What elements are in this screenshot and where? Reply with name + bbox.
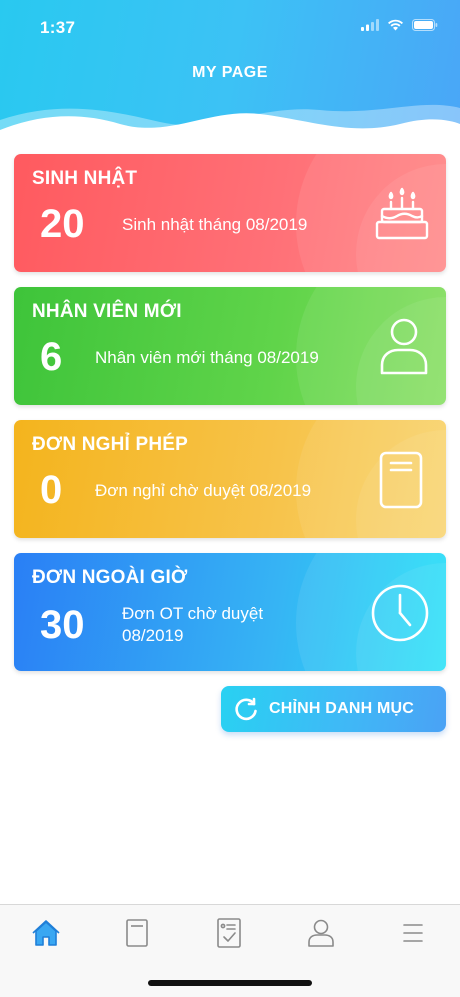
card-title: NHÂN VIÊN MỚI — [32, 301, 182, 322]
menu-icon — [402, 922, 424, 949]
card-description: Đơn nghỉ chờ duyệt 08/2019 — [95, 481, 312, 500]
card-title: ĐƠN NGHỈ PHÉP — [32, 434, 189, 455]
header-waves — [0, 104, 460, 150]
card-description: Sinh nhật tháng 08/2019 — [122, 215, 308, 234]
tab-profile[interactable] — [301, 917, 341, 953]
tab-home[interactable] — [26, 917, 66, 953]
card-count: 6 — [40, 335, 63, 379]
leave-request-card[interactable]: ĐƠN NGHỈ PHÉP 0 Đơn nghỉ chờ duyệt 08/20… — [14, 420, 446, 538]
overtime-request-card[interactable]: ĐƠN NGOÀI GIỜ 30 Đơn OT chờ duyệt 08/201… — [14, 553, 446, 671]
tab-menu[interactable] — [393, 917, 433, 953]
home-icon — [31, 919, 61, 952]
document-icon — [378, 450, 424, 515]
home-indicator — [148, 980, 312, 986]
edit-categories-label: CHỈNH DANH MỤC — [269, 700, 415, 717]
card-description-line1: Đơn OT chờ duyệt — [122, 604, 264, 623]
page-title: MY PAGE — [192, 64, 268, 81]
card-description: Nhân viên mới tháng 08/2019 — [95, 348, 319, 367]
wifi-icon — [387, 18, 404, 36]
birthday-card[interactable]: SINH NHẬT 20 Sinh nhật tháng 08/2019 — [14, 154, 446, 272]
clock-icon — [370, 583, 430, 648]
checklist-icon — [217, 917, 241, 953]
user-icon — [378, 317, 430, 382]
card-count: 30 — [40, 603, 85, 647]
tab-documents[interactable] — [117, 917, 157, 953]
profile-icon — [307, 919, 335, 952]
card-description: Đơn OT chờ duyệt 08/2019 — [122, 603, 362, 647]
battery-icon — [412, 18, 438, 36]
edit-categories-button[interactable]: CHỈNH DANH MỤC — [221, 686, 446, 732]
header: 1:37 MY PAGE — [0, 0, 460, 150]
status-time: 1:37 — [40, 18, 76, 37]
document-icon — [126, 918, 148, 952]
signal-icon — [361, 18, 379, 36]
card-title: ĐƠN NGOÀI GIỜ — [32, 567, 188, 588]
tab-approvals[interactable] — [209, 917, 249, 953]
cake-icon — [374, 184, 430, 247]
status-icons — [361, 18, 438, 36]
card-count: 0 — [40, 468, 63, 512]
card-title: SINH NHẬT — [32, 168, 138, 189]
refresh-icon — [233, 696, 259, 722]
card-count: 20 — [40, 202, 85, 246]
new-employee-card[interactable]: NHÂN VIÊN MỚI 6 Nhân viên mới tháng 08/2… — [14, 287, 446, 405]
card-description-line2: 08/2019 — [122, 626, 184, 645]
